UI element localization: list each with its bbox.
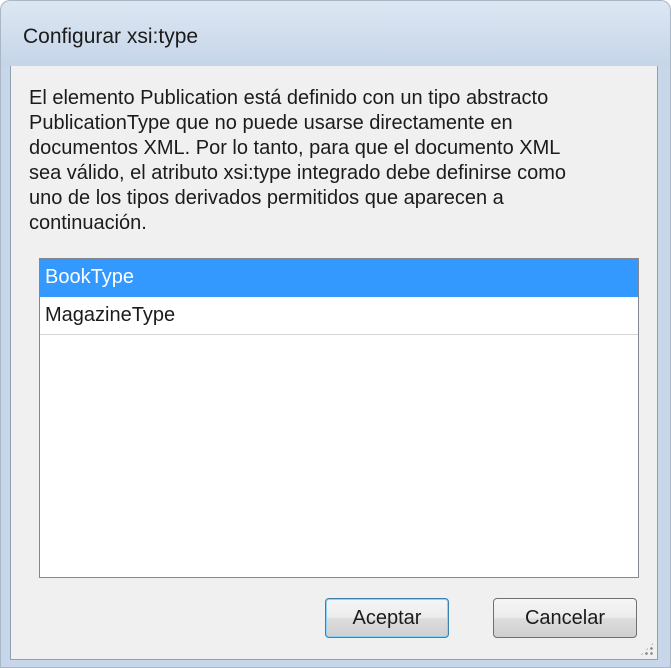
cancel-button[interactable]: Cancelar	[493, 598, 637, 638]
dialog-body: El elemento Publication está definido co…	[10, 66, 658, 660]
ok-button[interactable]: Aceptar	[325, 598, 449, 638]
configure-xsi-type-dialog: Configurar xsi:type El elemento Publicat…	[0, 0, 671, 668]
dialog-title: Configurar xsi:type	[23, 25, 199, 48]
description-text: El elemento Publication está definido co…	[29, 87, 566, 234]
window-frame: El elemento Publication está definido co…	[0, 66, 671, 668]
resize-grip-icon[interactable]	[639, 641, 655, 657]
title-bar[interactable]: Configurar xsi:type	[0, 0, 671, 66]
list-item-booktype[interactable]: BookType	[40, 259, 638, 297]
derived-types-list[interactable]: BookType MagazineType	[39, 258, 639, 578]
list-item-magazinetype[interactable]: MagazineType	[40, 297, 638, 335]
